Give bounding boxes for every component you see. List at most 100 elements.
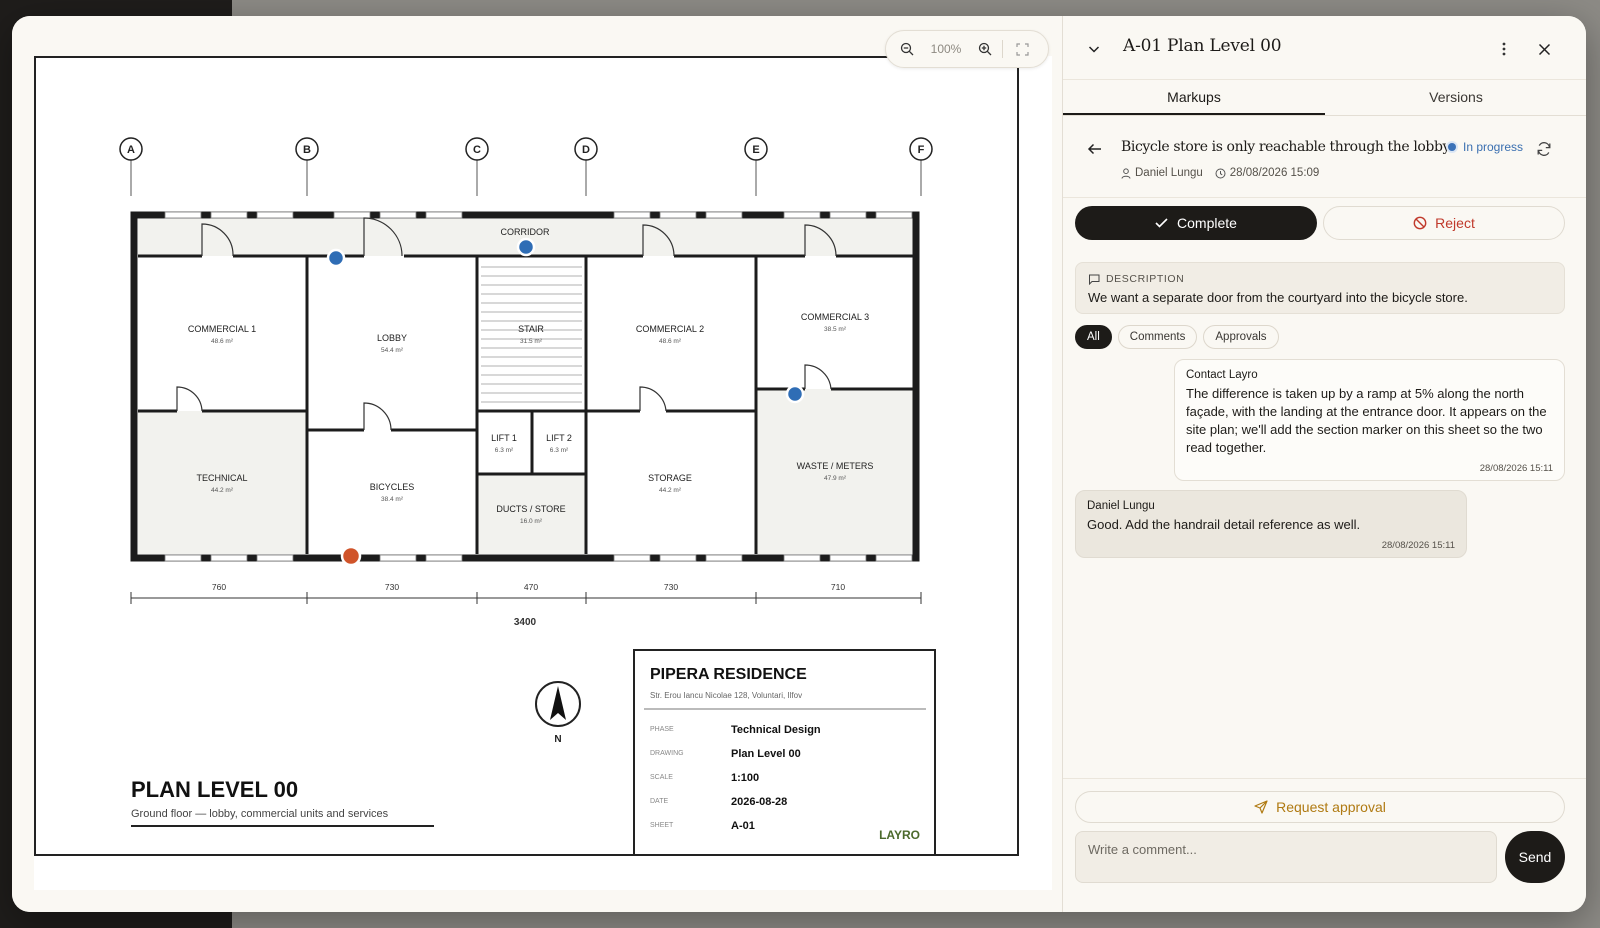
collapse-button[interactable] bbox=[1083, 38, 1105, 60]
comment-icon bbox=[1089, 274, 1100, 285]
comment-message: Daniel Lungu Good. Add the handrail deta… bbox=[1075, 490, 1467, 558]
room-area: 44.2 m² bbox=[659, 487, 682, 494]
filter-all[interactable]: All bbox=[1075, 325, 1112, 349]
grid-label: D bbox=[582, 144, 590, 156]
project-name: PIPERA RESIDENCE bbox=[650, 666, 807, 683]
comment-message: Contact Layro The difference is taken up… bbox=[1174, 359, 1565, 481]
comment-text: The difference is taken up by a ramp at … bbox=[1186, 386, 1547, 455]
plan-title: PLAN LEVEL 00 bbox=[131, 777, 298, 802]
dimension-label: 730 bbox=[385, 582, 399, 592]
arrow-left-icon bbox=[1087, 143, 1101, 155]
description-heading: DESCRIPTION bbox=[1088, 273, 1184, 285]
grid-label: F bbox=[918, 144, 925, 156]
room-label: BICYCLES bbox=[370, 482, 415, 492]
comment-time: 28/08/2026 15:11 bbox=[1381, 540, 1455, 551]
comment-text: Good. Add the handrail detail reference … bbox=[1087, 517, 1361, 532]
markup-title: Bicycle store is only reachable through … bbox=[1121, 139, 1451, 155]
dimension-label: 470 bbox=[524, 582, 538, 592]
zoom-out-icon bbox=[900, 42, 914, 56]
room-area: 48.6 m² bbox=[659, 338, 682, 345]
reject-button[interactable]: Reject bbox=[1323, 206, 1565, 240]
filter-comments[interactable]: Comments bbox=[1117, 325, 1198, 349]
room-ducts-store[interactable] bbox=[477, 474, 586, 554]
comment-composer: Request approval Send bbox=[1063, 778, 1586, 912]
user-icon bbox=[1121, 167, 1131, 179]
dimension-label: 760 bbox=[212, 582, 226, 592]
tab-markups[interactable]: Markups bbox=[1063, 80, 1325, 115]
refresh-button[interactable] bbox=[1533, 138, 1555, 160]
fullscreen-icon bbox=[1015, 42, 1029, 56]
more-options-button[interactable] bbox=[1493, 38, 1515, 60]
room-label: STORAGE bbox=[648, 473, 692, 483]
grid-label: A bbox=[127, 144, 135, 156]
panel-tabs: Markups Versions bbox=[1063, 80, 1586, 116]
room-label: WASTE / METERS bbox=[797, 461, 874, 471]
markup-header: Bicycle store is only reachable through … bbox=[1063, 116, 1586, 198]
status-dot bbox=[1448, 143, 1456, 151]
markup-pin[interactable] bbox=[326, 248, 346, 268]
markup-pin[interactable] bbox=[785, 384, 805, 404]
tb-value: Technical Design bbox=[731, 724, 821, 736]
room-label: COMMERCIAL 3 bbox=[801, 312, 869, 322]
filter-approvals[interactable]: Approvals bbox=[1203, 325, 1279, 349]
markup-pin[interactable] bbox=[516, 237, 536, 257]
description-text: We want a separate door from the courtya… bbox=[1088, 290, 1468, 305]
room-area: 38.4 m² bbox=[381, 496, 404, 503]
room-area: 16.0 m² bbox=[520, 518, 543, 525]
tb-label: DATE bbox=[650, 798, 668, 805]
close-button[interactable] bbox=[1533, 38, 1555, 60]
markup-author: Daniel Lungu bbox=[1135, 167, 1203, 179]
markup-pin-active[interactable] bbox=[340, 545, 362, 567]
room-label: DUCTS / STORE bbox=[496, 504, 565, 514]
tab-versions[interactable]: Versions bbox=[1325, 80, 1586, 115]
total-dimension: 3400 bbox=[514, 617, 537, 628]
clock-icon bbox=[1215, 168, 1226, 178]
plan-subtitle: Ground floor — lobby, commercial units a… bbox=[131, 808, 389, 820]
close-icon bbox=[1538, 43, 1550, 55]
comment-input[interactable] bbox=[1075, 831, 1497, 883]
room-area: 6.3 m² bbox=[495, 447, 514, 454]
grid-label: B bbox=[303, 144, 311, 156]
zoom-toolbar: 100% bbox=[885, 30, 1049, 68]
project-address: Str. Erou Iancu Nicolae 128, Voluntari, … bbox=[650, 691, 802, 700]
request-approval-label: Request approval bbox=[1276, 799, 1386, 815]
dimension-label: 710 bbox=[831, 582, 845, 592]
drawing-modal: A B C D E F CORRIDOR COMMERCIAL 1 48.6 m… bbox=[12, 16, 1586, 912]
room-area: 54.4 m² bbox=[381, 347, 404, 354]
description-box: DESCRIPTION We want a separate door from… bbox=[1075, 262, 1565, 314]
send-icon bbox=[1254, 800, 1268, 814]
grid-label: E bbox=[752, 144, 759, 156]
complete-button[interactable]: Complete bbox=[1075, 206, 1317, 240]
tb-label: SHEET bbox=[650, 822, 674, 829]
tb-value: A-01 bbox=[731, 820, 755, 832]
room-label: LOBBY bbox=[377, 333, 407, 343]
zoom-out-button[interactable] bbox=[894, 36, 920, 62]
tb-value: 1:100 bbox=[731, 772, 759, 784]
drawing-viewer[interactable]: A B C D E F CORRIDOR COMMERCIAL 1 48.6 m… bbox=[12, 16, 1062, 912]
back-button[interactable] bbox=[1083, 138, 1105, 160]
more-vertical-icon bbox=[1502, 42, 1506, 56]
zoom-in-button[interactable] bbox=[972, 36, 998, 62]
fullscreen-button[interactable] bbox=[1009, 36, 1035, 62]
comment-author: Daniel Lungu bbox=[1087, 500, 1155, 512]
room-label: LIFT 2 bbox=[546, 433, 572, 443]
send-button[interactable]: Send bbox=[1505, 831, 1565, 883]
description-label: DESCRIPTION bbox=[1106, 273, 1185, 285]
markup-panel: A-01 Plan Level 00 Markups Versions Bicy… bbox=[1062, 16, 1586, 912]
request-approval-button[interactable]: Request approval bbox=[1075, 791, 1565, 823]
room-area: 48.6 m² bbox=[211, 338, 234, 345]
divider bbox=[1002, 40, 1003, 58]
room-label: COMMERCIAL 1 bbox=[188, 324, 256, 334]
drawing-sheet[interactable]: A B C D E F CORRIDOR COMMERCIAL 1 48.6 m… bbox=[34, 56, 1052, 890]
grid-label: C bbox=[473, 144, 481, 156]
reject-label: Reject bbox=[1435, 215, 1475, 231]
drawing-title: A-01 Plan Level 00 bbox=[1123, 36, 1282, 56]
zoom-level: 100% bbox=[930, 42, 962, 56]
status-badge[interactable]: In progress bbox=[1448, 140, 1523, 154]
ban-icon bbox=[1413, 216, 1427, 230]
room-area: 38.5 m² bbox=[824, 326, 847, 333]
room-label: COMMERCIAL 2 bbox=[636, 324, 704, 334]
room-label: LIFT 1 bbox=[491, 433, 517, 443]
tb-value: Plan Level 00 bbox=[731, 748, 801, 760]
room-waste-meters[interactable] bbox=[757, 389, 913, 554]
